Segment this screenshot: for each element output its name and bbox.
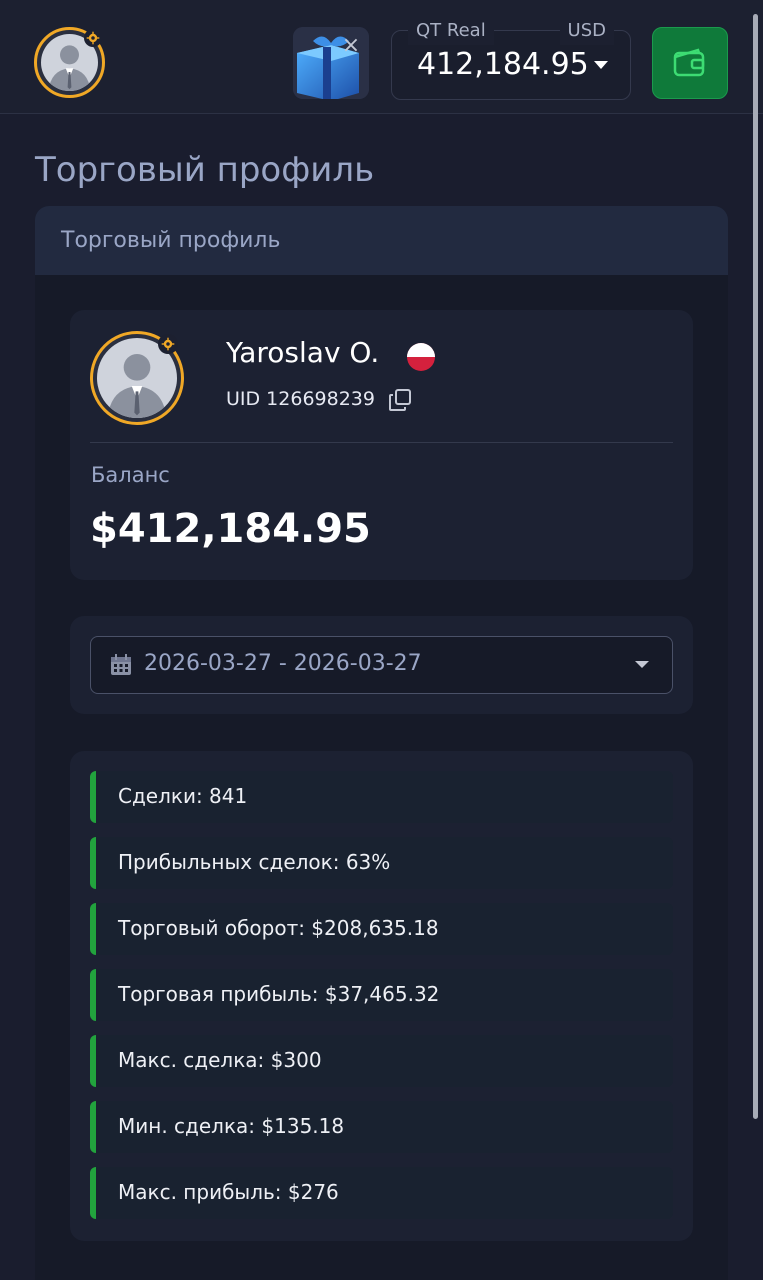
flag-poland-icon bbox=[407, 343, 435, 371]
stat-text: Прибыльных сделок: 63% bbox=[118, 850, 391, 874]
wallet-icon bbox=[673, 48, 705, 77]
profile-card: Yaroslav O. UID 126698239 Баланс $412,18… bbox=[70, 310, 693, 580]
trading-profile-panel: Торговый профиль Yaroslav O. UID 1266982… bbox=[35, 206, 728, 1280]
stats-card: Сделки: 841 Прибыльных сделок: 63% Торго… bbox=[70, 751, 693, 1241]
stat-text: Макс. сделка: $300 bbox=[118, 1048, 322, 1072]
stat-item: Сделки: 841 bbox=[90, 771, 673, 823]
stat-text: Макс. прибыль: $276 bbox=[118, 1180, 339, 1204]
calendar-icon bbox=[111, 654, 131, 675]
currency-label: USD bbox=[559, 17, 614, 45]
wallet-button[interactable] bbox=[652, 27, 728, 99]
date-range-select[interactable]: 2026-03-27 - 2026-03-27 bbox=[90, 636, 673, 694]
gear-badge-icon bbox=[84, 29, 102, 47]
stat-item: Макс. прибыль: $276 bbox=[90, 1167, 673, 1219]
date-filter-card: 2026-03-27 - 2026-03-27 bbox=[70, 616, 693, 714]
page: × QT Real USD 412,184.95 Торговый профил… bbox=[0, 0, 763, 1280]
stat-item: Торговый оборот: $208,635.18 bbox=[90, 903, 673, 955]
account-type-label: QT Real bbox=[408, 17, 494, 45]
stat-text: Торговая прибыль: $37,465.32 bbox=[118, 982, 440, 1006]
top-bar: × QT Real USD 412,184.95 bbox=[0, 0, 763, 114]
account-selector[interactable]: QT Real USD 412,184.95 bbox=[391, 17, 631, 100]
chevron-down-icon bbox=[635, 661, 649, 668]
chevron-down-icon bbox=[594, 61, 608, 69]
divider bbox=[90, 442, 673, 443]
stat-text: Сделки: 841 bbox=[118, 784, 248, 808]
stat-text: Мин. сделка: $135.18 bbox=[118, 1114, 345, 1138]
stat-item: Прибыльных сделок: 63% bbox=[90, 837, 673, 889]
header-balance: 412,184.95 bbox=[417, 47, 589, 82]
balance-value: $412,184.95 bbox=[90, 506, 371, 552]
stat-item: Макс. сделка: $300 bbox=[90, 1035, 673, 1087]
stat-item: Мин. сделка: $135.18 bbox=[90, 1101, 673, 1153]
balance-label: Баланс bbox=[91, 463, 170, 487]
panel-header: Торговый профиль bbox=[35, 206, 728, 275]
user-uid: UID 126698239 bbox=[226, 388, 375, 410]
date-range-value: 2026-03-27 - 2026-03-27 bbox=[144, 651, 422, 676]
stat-text: Торговый оборот: $208,635.18 bbox=[118, 916, 439, 940]
page-title: Торговый профиль bbox=[35, 150, 375, 190]
user-name: Yaroslav O. bbox=[226, 336, 380, 369]
scrollbar[interactable] bbox=[753, 14, 758, 1119]
copy-icon[interactable] bbox=[388, 388, 412, 412]
close-icon[interactable]: × bbox=[341, 35, 361, 57]
stat-item: Торговая прибыль: $37,465.32 bbox=[90, 969, 673, 1021]
gear-badge-icon bbox=[158, 334, 178, 354]
panel-title: Торговый профиль bbox=[61, 228, 281, 253]
